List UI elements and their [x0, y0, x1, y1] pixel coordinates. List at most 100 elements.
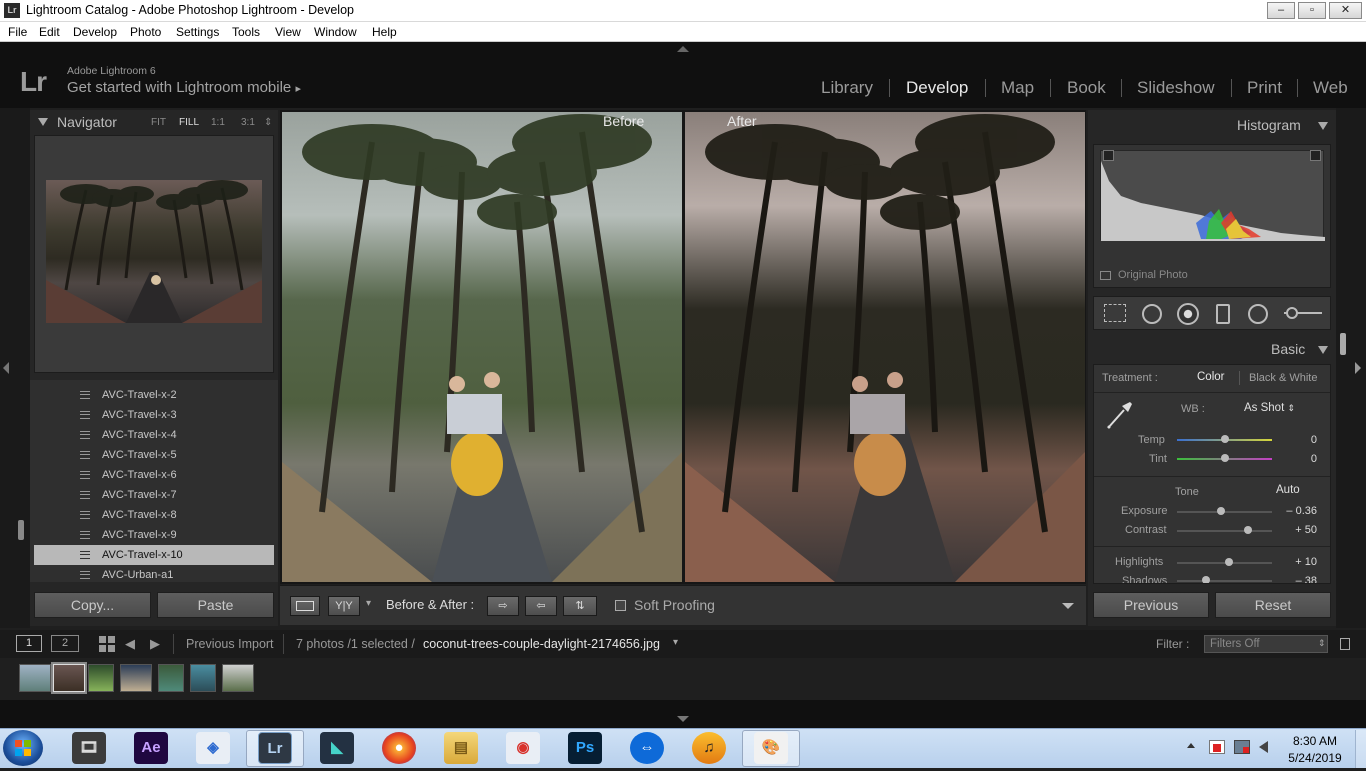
after-photo[interactable]	[685, 112, 1085, 582]
camtasia-icon[interactable]: ◉	[506, 732, 540, 764]
tint-value[interactable]: 0	[1277, 453, 1317, 465]
list-item[interactable]: AVC-Travel-x-2	[34, 385, 274, 405]
copy-before-to-after-button[interactable]: ⇦	[525, 596, 557, 616]
filmstrip-thumbnail[interactable]	[120, 664, 152, 692]
teamviewer-icon[interactable]: ⇔	[630, 732, 664, 764]
module-map[interactable]: Map	[1001, 78, 1034, 98]
list-item-selected[interactable]: AVC-Travel-x-10	[34, 545, 274, 565]
before-after-view-button[interactable]: Y|Y	[328, 596, 360, 616]
basic-collapse-icon[interactable]	[1318, 346, 1328, 354]
filmstrip-thumbnail[interactable]	[19, 664, 51, 692]
treatment-color-option[interactable]: Color	[1197, 371, 1224, 383]
list-item[interactable]: AVC-Travel-x-4	[34, 425, 274, 445]
histogram-collapse-icon[interactable]	[1318, 122, 1328, 130]
network-icon[interactable]	[1234, 740, 1250, 754]
list-item[interactable]: AVC-Urban-a1	[34, 565, 274, 585]
swap-before-after-button[interactable]: ⇅	[563, 596, 597, 616]
module-slideshow[interactable]: Slideshow	[1137, 78, 1215, 98]
zoom-fit[interactable]: FIT	[151, 117, 166, 128]
exposure-slider-knob[interactable]	[1216, 507, 1225, 515]
previous-settings-button[interactable]: Previous	[1093, 592, 1209, 618]
clock-date[interactable]: 5/24/2019	[1280, 751, 1350, 765]
filter-select[interactable]: Filters Off ⇕	[1204, 635, 1328, 653]
histogram[interactable]	[1100, 150, 1325, 241]
graduated-filter-icon[interactable]	[1216, 304, 1230, 324]
tone-auto-button[interactable]: Auto	[1276, 484, 1300, 496]
filter-lock-icon[interactable]	[1340, 638, 1350, 650]
wb-select[interactable]: As Shot ⇕	[1244, 402, 1295, 414]
spot-removal-icon[interactable]	[1142, 304, 1162, 324]
menu-photo[interactable]: Photo	[130, 25, 161, 39]
collapse-right-panel-icon[interactable]	[1355, 362, 1361, 374]
crop-overlay-icon[interactable]	[1104, 304, 1126, 322]
volume-icon[interactable]	[1259, 741, 1268, 753]
minimize-button[interactable]: –	[1267, 2, 1295, 19]
temp-slider-knob[interactable]	[1220, 435, 1229, 443]
filmstrip-source[interactable]: Previous Import	[186, 637, 274, 651]
maximize-button[interactable]: ▫	[1298, 2, 1326, 19]
view-mode-dropdown-icon[interactable]: ▾	[366, 598, 371, 609]
list-item[interactable]: AVC-Travel-x-5	[34, 445, 274, 465]
reset-button[interactable]: Reset	[1215, 592, 1331, 618]
list-item[interactable]: AVC-Travel-x-7	[34, 485, 274, 505]
treatment-bw-option[interactable]: Black & White	[1249, 372, 1317, 384]
menu-edit[interactable]: Edit	[39, 25, 60, 39]
paste-settings-button[interactable]: Paste	[157, 592, 274, 618]
filename-dropdown-icon[interactable]: ▾	[673, 637, 678, 648]
grid-view-icon[interactable]	[99, 636, 115, 652]
file-explorer-icon[interactable]: ▤	[444, 732, 478, 764]
menu-settings[interactable]: Settings	[176, 25, 219, 39]
navigator-collapse-icon[interactable]	[38, 118, 48, 126]
collapse-top-panel-icon[interactable]	[677, 46, 689, 52]
sketchup-icon[interactable]: ◈	[196, 732, 230, 764]
lightroom-taskbar-icon[interactable]: Lr	[258, 732, 292, 764]
shadows-slider[interactable]	[1177, 580, 1272, 582]
temp-value[interactable]: 0	[1277, 434, 1317, 446]
filmora-icon[interactable]: ◣	[320, 732, 354, 764]
left-scrollbar-thumb[interactable]	[18, 520, 24, 540]
tint-slider-knob[interactable]	[1220, 454, 1229, 462]
filmstrip-thumbnail[interactable]	[158, 664, 184, 692]
filmstrip-thumbnail[interactable]	[88, 664, 114, 692]
shadows-value[interactable]: – 38	[1277, 575, 1317, 583]
clock-time[interactable]: 8:30 AM	[1280, 734, 1350, 748]
filmstrip-thumbnail[interactable]	[222, 664, 254, 692]
filmstrip-thumbnail[interactable]	[190, 664, 216, 692]
zoom-fill[interactable]: FILL	[179, 117, 199, 128]
contrast-value[interactable]: + 50	[1277, 524, 1317, 536]
after-effects-icon[interactable]: Ae	[134, 732, 168, 764]
menu-tools[interactable]: Tools	[232, 25, 260, 39]
media-player-icon[interactable]: 🎞	[72, 732, 106, 764]
menu-file[interactable]: File	[8, 25, 27, 39]
firefox-icon[interactable]: ●	[382, 732, 416, 764]
next-photo-arrow-icon[interactable]: ▶	[150, 636, 160, 652]
contrast-slider[interactable]	[1177, 530, 1272, 532]
main-window-button[interactable]: 1	[16, 635, 42, 652]
toolbar-content-dropdown-icon[interactable]	[1062, 603, 1074, 609]
show-desktop-button[interactable]	[1355, 730, 1366, 768]
close-button[interactable]: ✕	[1329, 2, 1362, 19]
list-item[interactable]: AVC-Travel-x-3	[34, 405, 274, 425]
red-eye-icon[interactable]	[1177, 303, 1199, 325]
module-book[interactable]: Book	[1067, 78, 1106, 98]
loupe-view-button[interactable]	[290, 596, 320, 616]
before-photo[interactable]	[282, 112, 682, 582]
lightroom-mobile-link[interactable]: Get started with Lightroom mobile ▸	[67, 79, 301, 96]
previous-photo-arrow-icon[interactable]: ◀	[125, 636, 135, 652]
collapse-filmstrip-icon[interactable]	[677, 716, 689, 722]
start-button[interactable]	[3, 730, 43, 766]
highlights-value[interactable]: + 10	[1277, 556, 1317, 568]
right-scrollbar-thumb[interactable]	[1340, 333, 1346, 355]
list-item[interactable]: AVC-Travel-x-8	[34, 505, 274, 525]
list-item[interactable]: AVC-Travel-x-9	[34, 525, 274, 545]
menu-help[interactable]: Help	[372, 25, 397, 39]
exposure-value[interactable]: – 0.36	[1277, 505, 1317, 517]
collapse-left-panel-icon[interactable]	[3, 362, 9, 374]
audacity-icon[interactable]: ♫	[692, 732, 726, 764]
photoshop-icon[interactable]: Ps	[568, 732, 602, 764]
module-library[interactable]: Library	[821, 78, 873, 98]
copy-settings-button[interactable]: Copy...	[34, 592, 151, 618]
soft-proofing-checkbox[interactable]	[615, 600, 626, 611]
copy-after-to-before-button[interactable]: ⇨	[487, 596, 519, 616]
shadow-clipping-toggle[interactable]	[1103, 150, 1114, 161]
